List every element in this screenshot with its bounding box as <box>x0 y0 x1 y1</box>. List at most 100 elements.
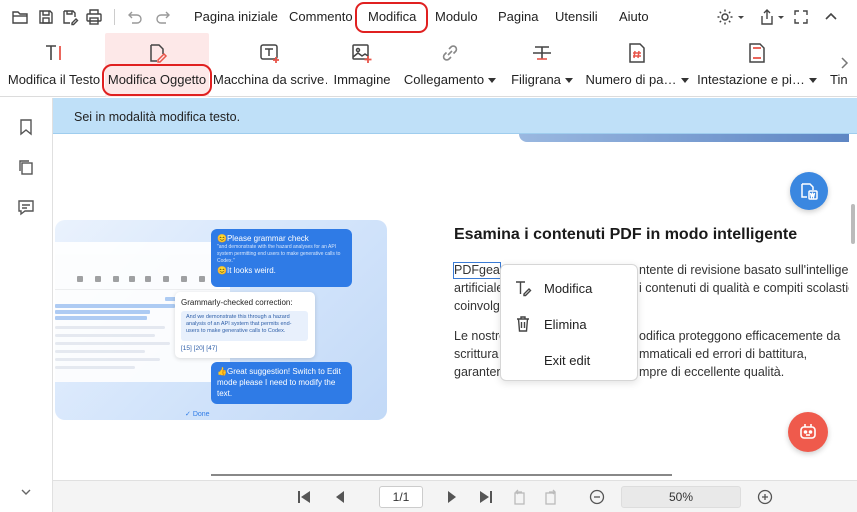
share-dropdown-icon[interactable] <box>776 8 786 26</box>
dropdown-caret-icon <box>680 78 689 84</box>
doc-text-line[interactable]: scrittura <box>454 345 498 363</box>
ribbon-label: Tin <box>830 72 848 87</box>
ribbon-link-button[interactable]: Collegamento <box>400 33 500 97</box>
collapse-ribbon-icon[interactable] <box>822 8 840 26</box>
bottom-navigation-bar: 1/1 50% <box>53 480 857 512</box>
page-indicator[interactable]: 1/1 <box>379 486 423 508</box>
bookmark-icon[interactable] <box>17 118 35 136</box>
ribbon-header-footer-button[interactable]: Intestazione e pi… <box>697 33 817 97</box>
context-menu-exit-edit[interactable]: Exit edit <box>501 342 639 378</box>
rotate-right-icon[interactable] <box>543 489 559 505</box>
promo-tool-icon <box>199 276 205 282</box>
doc-text-line[interactable]: mmaticali ed errori di battitura, <box>639 345 807 363</box>
next-page-icon[interactable] <box>444 489 460 505</box>
ai-assistant-button[interactable] <box>788 412 828 452</box>
print-icon[interactable] <box>85 8 103 26</box>
promo-tool-icon <box>145 276 151 282</box>
fullscreen-icon[interactable] <box>792 8 810 26</box>
ribbon-label: Immagine <box>333 72 391 87</box>
doc-text-line[interactable]: artificiale <box>454 279 503 297</box>
rotate-left-icon[interactable] <box>512 489 528 505</box>
theme-dropdown-icon[interactable] <box>736 8 746 26</box>
image-add-icon <box>351 42 373 64</box>
promo-text-line <box>55 334 155 337</box>
promo-text-line <box>55 366 135 369</box>
context-menu: Modifica Elimina Exit edit <box>500 264 638 381</box>
promo-tool-icon <box>77 276 83 282</box>
ribbon-label: Intestazione e pi… <box>697 72 817 87</box>
toolbar-separator <box>114 9 115 25</box>
ribbon-edit-object-highlight <box>102 64 212 96</box>
menu-modulo[interactable]: Modulo <box>435 9 478 24</box>
edit-text-icon <box>43 42 65 64</box>
page-number-icon <box>626 42 648 64</box>
theme-sun-icon[interactable] <box>716 8 734 26</box>
doc-text-line[interactable]: mpre di eccellente qualità. <box>639 363 784 381</box>
promo-done-label: ✓ Done <box>185 411 210 418</box>
context-menu-elimina[interactable]: Elimina <box>501 306 639 342</box>
ribbon-label: Macchina da scrive… <box>213 72 327 87</box>
notice-text: Sei in modalità modifica testo. <box>74 110 241 124</box>
promo-tool-icon <box>129 276 135 282</box>
menu-pagina[interactable]: Pagina <box>498 9 538 24</box>
doc-text-word[interactable]: PDFgear <box>454 261 504 279</box>
open-folder-icon[interactable] <box>11 8 29 26</box>
context-menu-label: Exit edit <box>544 353 591 368</box>
document-heading: Esamina i contenuti PDF in modo intellig… <box>454 226 798 243</box>
chevron-down-icon[interactable] <box>19 485 33 499</box>
trash-icon <box>514 315 532 333</box>
undo-icon[interactable] <box>125 8 143 26</box>
promo-highlight <box>55 310 150 314</box>
ribbon-image-button[interactable]: Immagine <box>331 33 393 97</box>
promo-image[interactable]: 😊Please grammar check "and demonstrate w… <box>55 220 387 420</box>
previous-page-icon[interactable] <box>332 489 348 505</box>
ribbon-watermark-button[interactable]: Filigrana <box>506 33 578 97</box>
promo-tool-icon <box>181 276 187 282</box>
thumbnails-icon[interactable] <box>17 158 35 176</box>
header-footer-icon <box>746 42 768 64</box>
promo-tool-icon <box>113 276 119 282</box>
doc-text-line[interactable]: coinvolg <box>454 297 500 315</box>
zoom-in-icon[interactable] <box>757 489 773 505</box>
ribbon-typewriter-button[interactable]: Macchina da scrive… <box>213 33 327 97</box>
menu-pagina-iniziale[interactable]: Pagina iniziale <box>194 9 278 24</box>
save-icon[interactable] <box>37 8 55 26</box>
promo-chat-reply: 😊It looks weird. <box>217 266 276 275</box>
doc-text-line[interactable]: Le nostre <box>454 327 506 345</box>
context-menu-modifica[interactable]: Modifica <box>501 270 639 306</box>
chevron-right-icon[interactable] <box>838 55 850 71</box>
menu-commento[interactable]: Commento <box>289 9 353 24</box>
last-page-icon[interactable] <box>478 489 494 505</box>
horizontal-scrollbar[interactable] <box>211 474 672 476</box>
context-menu-label: Elimina <box>544 317 587 332</box>
ribbon-label: Modifica il Testo <box>7 72 101 87</box>
doc-text-line[interactable]: ntente di revisione basato sull'intellig… <box>639 261 849 279</box>
ribbon-edit-text-button[interactable]: Modifica il Testo <box>6 33 102 97</box>
vertical-scrollbar-thumb[interactable] <box>851 204 855 244</box>
redo-icon[interactable] <box>155 8 173 26</box>
comments-icon[interactable] <box>17 198 35 216</box>
doc-text-line[interactable]: garanten <box>454 363 503 381</box>
typewriter-icon <box>259 42 281 64</box>
zoom-out-icon[interactable] <box>589 489 605 505</box>
share-icon[interactable] <box>758 8 776 26</box>
menu-modifica-highlight <box>355 2 428 33</box>
menu-aiuto[interactable]: Aiuto <box>619 9 649 24</box>
ribbon-toolbar: Modifica il Testo Modifica Oggetto Macch… <box>0 33 857 97</box>
promo-chat-answer: 👍Great suggestion! Switch to Edit mode p… <box>217 367 341 398</box>
zoom-level[interactable]: 50% <box>621 486 741 508</box>
promo-correction-title: Grammarly-checked correction: <box>181 298 293 307</box>
first-page-icon[interactable] <box>296 489 312 505</box>
convert-to-word-button[interactable] <box>790 172 828 210</box>
vertical-scrollbar[interactable] <box>849 134 857 480</box>
link-icon <box>439 42 461 64</box>
doc-text-line[interactable]: i contenuti di qualità e compiti scolast… <box>639 279 849 297</box>
document-banner-image <box>519 134 849 142</box>
save-as-icon[interactable] <box>61 8 79 26</box>
dropdown-caret-icon <box>564 78 573 84</box>
doc-text-line[interactable]: odifica proteggono efficacemente da <box>639 327 840 345</box>
menu-utensili[interactable]: Utensili <box>555 9 598 24</box>
ribbon-page-number-button[interactable]: Numero di pa… <box>584 33 690 97</box>
promo-toolbar <box>55 272 230 290</box>
promo-correction-refs: [15] [20] [47] <box>181 345 218 352</box>
